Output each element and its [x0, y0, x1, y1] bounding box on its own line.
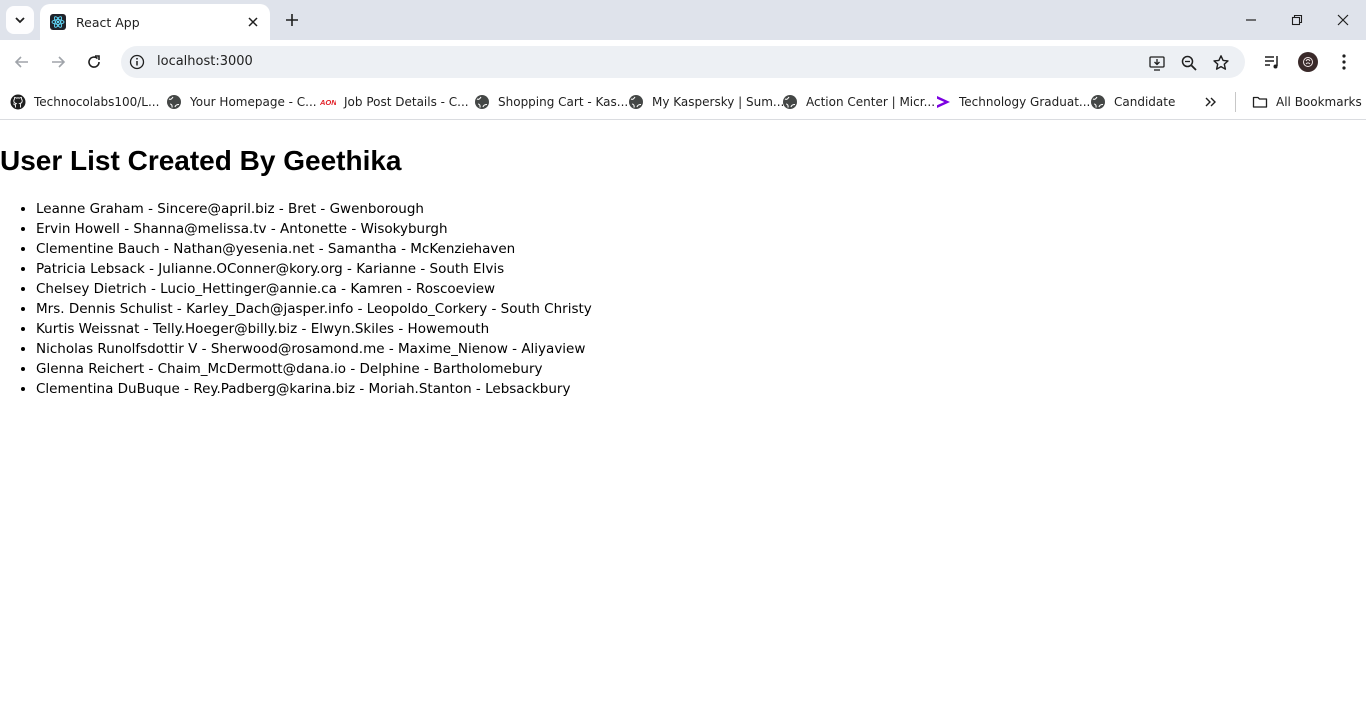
bookmarks-separator: [1235, 92, 1236, 112]
bookmark-label: Action Center | Micr...: [806, 95, 936, 109]
globe-icon: [1090, 94, 1106, 110]
bookmark-label: Job Post Details - C...: [344, 95, 469, 109]
restore-button[interactable]: [1274, 6, 1320, 34]
globe-icon: [166, 94, 182, 110]
browser-toolbar: localhost:3000: [0, 40, 1366, 84]
user-list-item: Ervin Howell - Shanna@melissa.tv - Anton…: [36, 220, 592, 240]
install-app-icon[interactable]: [1148, 54, 1166, 72]
media-control-icon[interactable]: [1262, 52, 1282, 72]
bookmark-item-2[interactable]: AON Job Post Details - C...: [320, 92, 469, 112]
user-list-item: Nicholas Runolfsdottir V - Sherwood@rosa…: [36, 340, 592, 360]
all-bookmarks-button[interactable]: All Bookmarks: [1252, 92, 1362, 112]
svg-text:AON: AON: [320, 98, 336, 107]
user-list-item: Kurtis Weissnat - Telly.Hoeger@billy.biz…: [36, 320, 592, 340]
bookmarks-bar: Technocolabs100/L... Your Homepage - C..…: [0, 84, 1366, 120]
zoom-icon[interactable]: [1180, 54, 1198, 72]
close-icon: [1337, 14, 1349, 26]
plus-icon: [285, 13, 299, 27]
reload-button[interactable]: [82, 50, 106, 74]
profile-avatar[interactable]: [1298, 52, 1318, 72]
bookmark-label: Candidate: [1114, 95, 1176, 109]
aon-logo-icon: AON: [320, 94, 336, 110]
bookmark-star-icon[interactable]: [1212, 54, 1230, 72]
bookmark-label: Technocolabs100/L...: [34, 95, 160, 109]
tab-strip: React App: [0, 0, 1366, 40]
profile-icon: [1302, 56, 1314, 68]
github-icon: [10, 94, 26, 110]
bookmark-item-0[interactable]: Technocolabs100/L...: [10, 92, 159, 112]
reload-icon: [86, 54, 102, 70]
double-chevron-right-icon: [1203, 94, 1219, 110]
user-list-item: Mrs. Dennis Schulist - Karley_Dach@jaspe…: [36, 300, 592, 320]
chevron-down-icon: [14, 14, 26, 26]
bookmark-label: Shopping Cart - Kas...: [498, 95, 629, 109]
bookmark-item-1[interactable]: Your Homepage - C...: [166, 92, 317, 112]
kebab-menu-icon[interactable]: [1334, 52, 1354, 72]
close-window-button[interactable]: [1320, 6, 1366, 34]
tab-search-button[interactable]: [6, 6, 34, 34]
page-title: User List Created By Geethika: [0, 145, 402, 176]
arrow-left-icon: [14, 54, 30, 70]
user-list-item: Clementina DuBuque - Rey.Padberg@karina.…: [36, 380, 592, 400]
site-info-icon[interactable]: [129, 54, 145, 70]
user-list-item: Clementine Bauch - Nathan@yesenia.net - …: [36, 240, 592, 260]
close-tab-icon[interactable]: [244, 13, 262, 31]
bookmark-item-7[interactable]: Candidate: [1090, 92, 1175, 112]
address-bar[interactable]: localhost:3000: [121, 46, 1245, 78]
restore-icon: [1291, 14, 1303, 26]
page-content: User List Created By Geethika Leanne Gra…: [0, 121, 1366, 727]
bookmark-label: Technology Graduat...: [959, 95, 1091, 109]
user-list-item: Chelsey Dietrich - Lucio_Hettinger@annie…: [36, 280, 592, 300]
globe-icon: [474, 94, 490, 110]
bookmark-item-3[interactable]: Shopping Cart - Kas...: [474, 92, 628, 112]
minimize-icon: [1245, 14, 1257, 26]
arrow-right-icon: [50, 54, 66, 70]
folder-icon: [1252, 94, 1268, 110]
bookmark-item-6[interactable]: Technology Graduat...: [935, 92, 1090, 112]
globe-icon: [782, 94, 798, 110]
bookmark-item-5[interactable]: Action Center | Micr...: [782, 92, 935, 112]
bookmark-label: My Kaspersky | Sum...: [652, 95, 785, 109]
back-button[interactable]: [10, 50, 34, 74]
url-text: localhost:3000: [157, 54, 253, 69]
user-list-item: Leanne Graham - Sincere@april.biz - Bret…: [36, 200, 592, 220]
globe-icon: [628, 94, 644, 110]
forward-button[interactable]: [46, 50, 70, 74]
user-list-item: Glenna Reichert - Chaim_McDermott@dana.i…: [36, 360, 592, 380]
bookmark-label: Your Homepage - C...: [190, 95, 317, 109]
minimize-button[interactable]: [1228, 6, 1274, 34]
user-list: Leanne Graham - Sincere@april.biz - Bret…: [36, 200, 592, 400]
all-bookmarks-label: All Bookmarks: [1276, 95, 1362, 109]
bookmarks-overflow-button[interactable]: [1203, 92, 1227, 112]
accenture-icon: [935, 94, 951, 110]
user-list-item: Patricia Lebsack - Julianne.OConner@kory…: [36, 260, 592, 280]
tab-title: React App: [76, 14, 140, 30]
tab-react-app[interactable]: React App: [40, 4, 270, 40]
bookmark-item-4[interactable]: My Kaspersky | Sum...: [628, 92, 784, 112]
react-favicon-icon: [50, 14, 66, 30]
new-tab-button[interactable]: [280, 8, 304, 32]
